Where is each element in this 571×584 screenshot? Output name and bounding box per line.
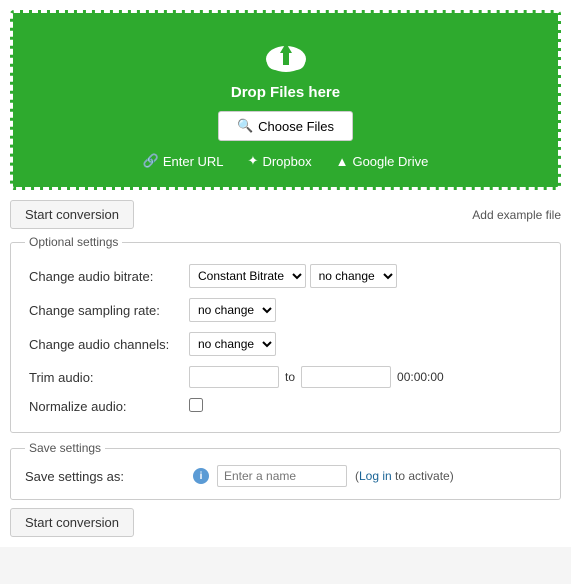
drop-zone[interactable]: Drop Files here 🔍 Choose Files 🔗 Enter U…: [10, 10, 561, 190]
bitrate-type-select[interactable]: Constant Bitrate: [189, 264, 306, 288]
enter-url-link[interactable]: 🔗 Enter URL: [143, 153, 224, 169]
trim-start-input[interactable]: [189, 366, 279, 388]
bottom-action-row: Start conversion: [10, 508, 561, 537]
normalize-row: Normalize audio:: [25, 393, 546, 420]
trim-label: Trim audio:: [29, 370, 94, 385]
google-drive-link[interactable]: ▲ Google Drive: [336, 153, 429, 169]
drop-links-row: 🔗 Enter URL ✦ Dropbox ▲ Google Drive: [33, 153, 538, 169]
trim-end-input[interactable]: [301, 366, 391, 388]
dropbox-link[interactable]: ✦ Dropbox: [248, 153, 312, 169]
settings-table: Change audio bitrate: Constant Bitrate n…: [25, 259, 546, 420]
channels-label: Change audio channels:: [29, 337, 169, 352]
save-settings-fieldset: Save settings Save settings as: i (Log i…: [10, 441, 561, 500]
trim-row: Trim audio: to 00:00:00: [25, 361, 546, 393]
sampling-row: Change sampling rate: no change: [25, 293, 546, 327]
login-activate-text: (Log in to activate): [355, 469, 454, 483]
choose-files-button[interactable]: 🔍 Choose Files: [218, 111, 353, 141]
trim-controls: to 00:00:00: [189, 366, 542, 388]
trim-time-text: 00:00:00: [397, 370, 444, 384]
drop-files-text: Drop Files here: [33, 84, 538, 101]
dropbox-icon: ✦: [248, 153, 259, 169]
save-name-input[interactable]: [217, 465, 347, 487]
upload-icon: [262, 37, 310, 78]
info-icon[interactable]: i: [193, 468, 209, 484]
add-example-link[interactable]: Add example file: [472, 208, 561, 222]
trim-to-text: to: [285, 370, 295, 384]
save-settings-legend: Save settings: [25, 441, 105, 455]
optional-settings-legend: Optional settings: [25, 235, 122, 249]
normalize-checkbox[interactable]: [189, 398, 203, 412]
link-icon: 🔗: [143, 153, 159, 169]
sampling-label: Change sampling rate:: [29, 303, 160, 318]
channels-row: Change audio channels: no change: [25, 327, 546, 361]
top-action-row: Start conversion Add example file: [10, 200, 561, 229]
save-as-label: Save settings as:: [25, 469, 185, 484]
channels-select[interactable]: no change: [189, 332, 276, 356]
normalize-label: Normalize audio:: [29, 399, 127, 414]
page-wrapper: Drop Files here 🔍 Choose Files 🔗 Enter U…: [0, 0, 571, 547]
search-icon: 🔍: [237, 118, 253, 134]
login-link[interactable]: Log in: [359, 469, 392, 483]
save-settings-row: Save settings as: i (Log in to activate): [25, 465, 546, 487]
bitrate-row: Change audio bitrate: Constant Bitrate n…: [25, 259, 546, 293]
bitrate-label: Change audio bitrate:: [29, 269, 153, 284]
start-conversion-button-top[interactable]: Start conversion: [10, 200, 134, 229]
start-conversion-button-bottom[interactable]: Start conversion: [10, 508, 134, 537]
bitrate-value-select[interactable]: no change: [310, 264, 397, 288]
google-drive-icon: ▲: [336, 154, 349, 169]
sampling-select[interactable]: no change: [189, 298, 276, 322]
optional-settings-fieldset: Optional settings Change audio bitrate: …: [10, 235, 561, 433]
